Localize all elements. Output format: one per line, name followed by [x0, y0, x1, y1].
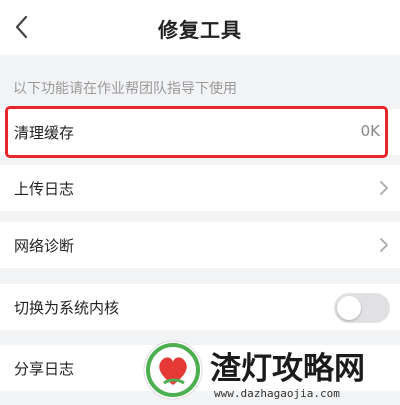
upload-logs-label: 上传日志: [14, 180, 75, 198]
chevron-right-icon: [380, 181, 388, 195]
watermark-text: 渣灯攻略网 www.dazhagaojia.com: [209, 350, 366, 400]
system-kernel-toggle[interactable]: [334, 293, 390, 323]
page-title: 修复工具: [158, 18, 242, 42]
system-kernel-row: 切换为系统内核: [0, 284, 400, 330]
header-bar: 修复工具: [0, 0, 400, 55]
clear-cache-label: 清理缓存: [14, 124, 75, 142]
network-diagnosis-label: 网络诊断: [14, 237, 75, 255]
share-logs-label: 分享日志: [14, 360, 75, 378]
site-watermark: 渣灯攻略网 www.dazhagaojia.com: [138, 337, 400, 405]
system-kernel-label: 切换为系统内核: [14, 299, 120, 317]
clear-cache-row[interactable]: 清理缓存 0K: [0, 109, 400, 155]
upload-logs-row[interactable]: 上传日志: [0, 165, 400, 211]
svg-text:www.dazhagaojia.com: www.dazhagaojia.com: [214, 387, 340, 400]
cache-size-value: 0K: [360, 122, 380, 140]
svg-text:渣灯攻略网: 渣灯攻略网: [210, 351, 365, 387]
watermark-logo-icon: [143, 340, 203, 400]
chevron-right-icon: [380, 238, 388, 252]
toggle-knob: [337, 296, 361, 320]
hint-text: 以下功能请在作业帮团队指导下使用: [13, 81, 237, 97]
network-diagnosis-row[interactable]: 网络诊断: [0, 222, 400, 268]
